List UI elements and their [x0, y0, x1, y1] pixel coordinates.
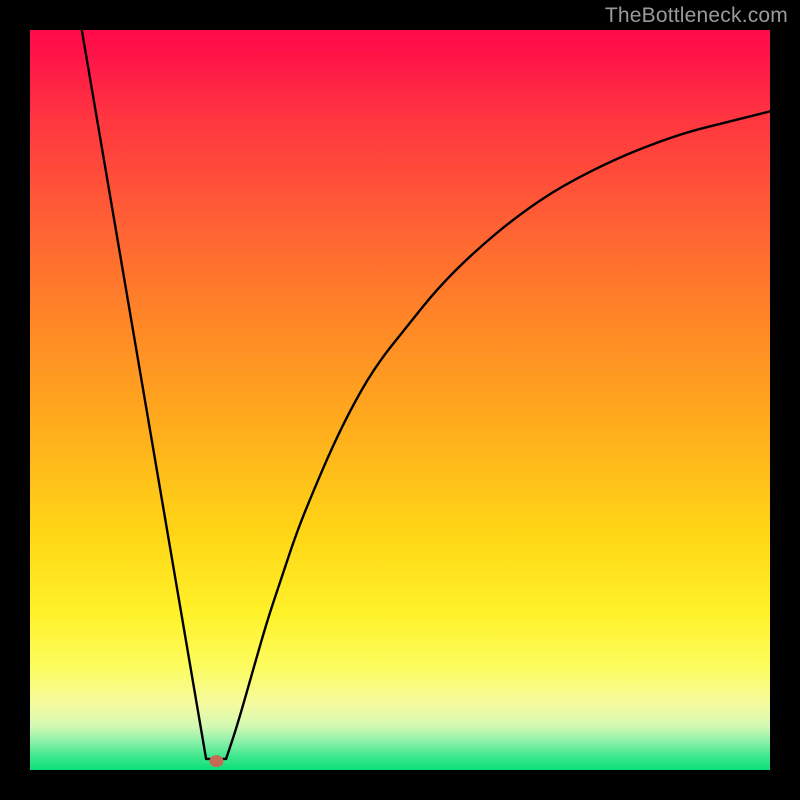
series-right-curve — [226, 111, 770, 759]
chart-svg — [30, 30, 770, 770]
chart-frame: TheBottleneck.com — [0, 0, 800, 800]
plot-area — [30, 30, 770, 770]
marker-dot — [209, 755, 223, 767]
series-left-line — [82, 30, 206, 759]
watermark-text: TheBottleneck.com — [605, 4, 788, 28]
